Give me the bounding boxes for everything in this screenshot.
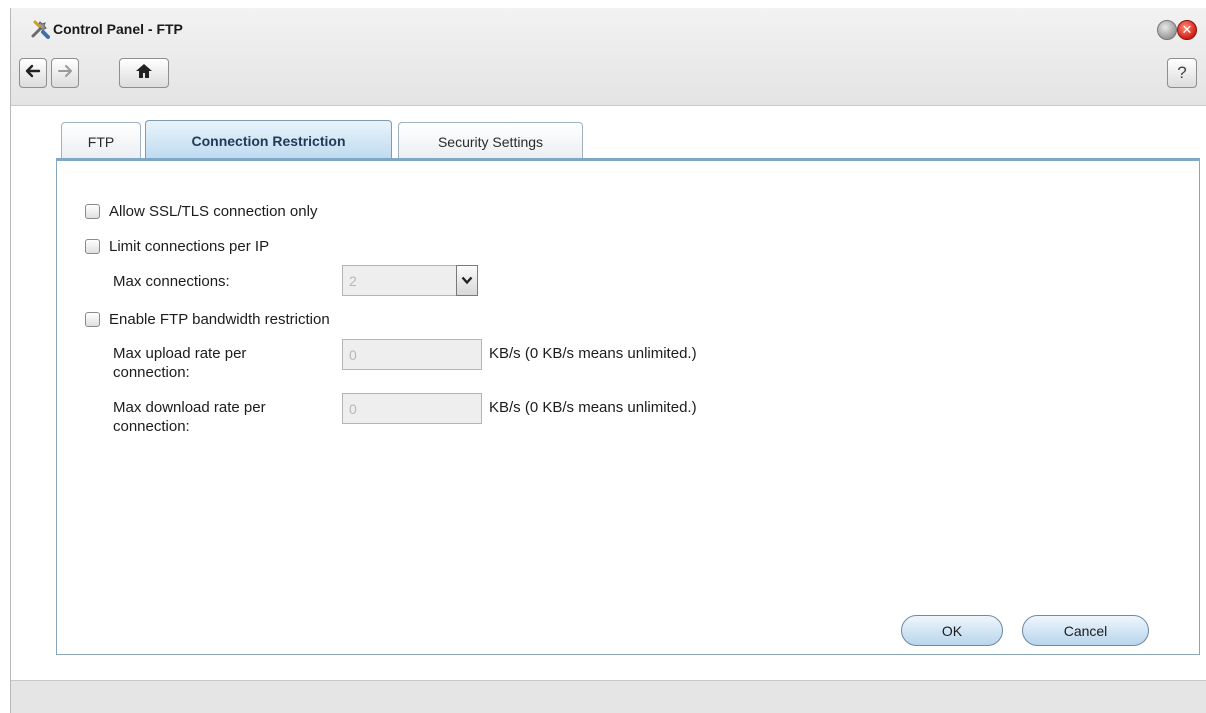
upload-rate-label-line2: connection:: [113, 364, 190, 381]
download-rate-label-line1: Max download rate per: [113, 399, 266, 416]
limit-per-ip-checkbox[interactable]: [85, 239, 100, 254]
home-icon: [135, 63, 153, 84]
status-bar: [11, 680, 1206, 713]
home-button[interactable]: [119, 58, 169, 88]
tab-connection-restriction[interactable]: Connection Restriction: [145, 120, 392, 161]
download-rate-hint: KB/s (0 KB/s means unlimited.): [489, 399, 697, 416]
bandwidth-option[interactable]: Enable FTP bandwidth restriction: [85, 311, 330, 328]
upload-rate-value: 0: [349, 347, 357, 363]
settings-panel: Allow SSL/TLS connection only Limit conn…: [56, 158, 1200, 655]
tab-security-settings[interactable]: Security Settings: [398, 122, 583, 161]
help-button[interactable]: ?: [1167, 58, 1197, 88]
forward-button[interactable]: [51, 58, 79, 88]
upload-rate-hint: KB/s (0 KB/s means unlimited.): [489, 345, 697, 362]
download-rate-value: 0: [349, 401, 357, 417]
download-rate-input[interactable]: 0: [342, 393, 482, 424]
control-panel-tools-icon: [29, 18, 51, 40]
upload-rate-label-line1: Max upload rate per: [113, 345, 247, 362]
minimize-button[interactable]: [1157, 20, 1177, 40]
limit-per-ip-label: Limit connections per IP: [109, 238, 270, 255]
ssl-only-checkbox[interactable]: [85, 204, 100, 219]
max-connections-value: 2: [349, 273, 357, 289]
ok-button[interactable]: OK: [901, 615, 1003, 646]
ssl-only-option[interactable]: Allow SSL/TLS connection only: [85, 203, 317, 220]
ssl-only-label: Allow SSL/TLS connection only: [109, 203, 318, 220]
forward-arrow-icon: [57, 64, 73, 83]
tab-ftp[interactable]: FTP: [61, 122, 141, 161]
cancel-button[interactable]: Cancel: [1022, 615, 1149, 646]
title-bar: Control Panel - FTP ✕ ?: [11, 8, 1206, 106]
back-button[interactable]: [19, 58, 47, 88]
bandwidth-label: Enable FTP bandwidth restriction: [109, 311, 330, 328]
download-rate-label-line2: connection:: [113, 418, 190, 435]
control-panel-window: Control Panel - FTP ✕ ? FTP Connection R…: [10, 8, 1206, 713]
max-connections-label: Max connections:: [113, 273, 230, 290]
back-arrow-icon: [25, 64, 41, 83]
bandwidth-checkbox[interactable]: [85, 312, 100, 327]
upload-rate-input[interactable]: 0: [342, 339, 482, 370]
close-button[interactable]: ✕: [1177, 20, 1197, 40]
limit-per-ip-option[interactable]: Limit connections per IP: [85, 238, 269, 255]
chevron-down-icon[interactable]: [456, 265, 478, 296]
window-title: Control Panel - FTP: [53, 21, 183, 37]
max-connections-select[interactable]: 2: [342, 265, 478, 296]
